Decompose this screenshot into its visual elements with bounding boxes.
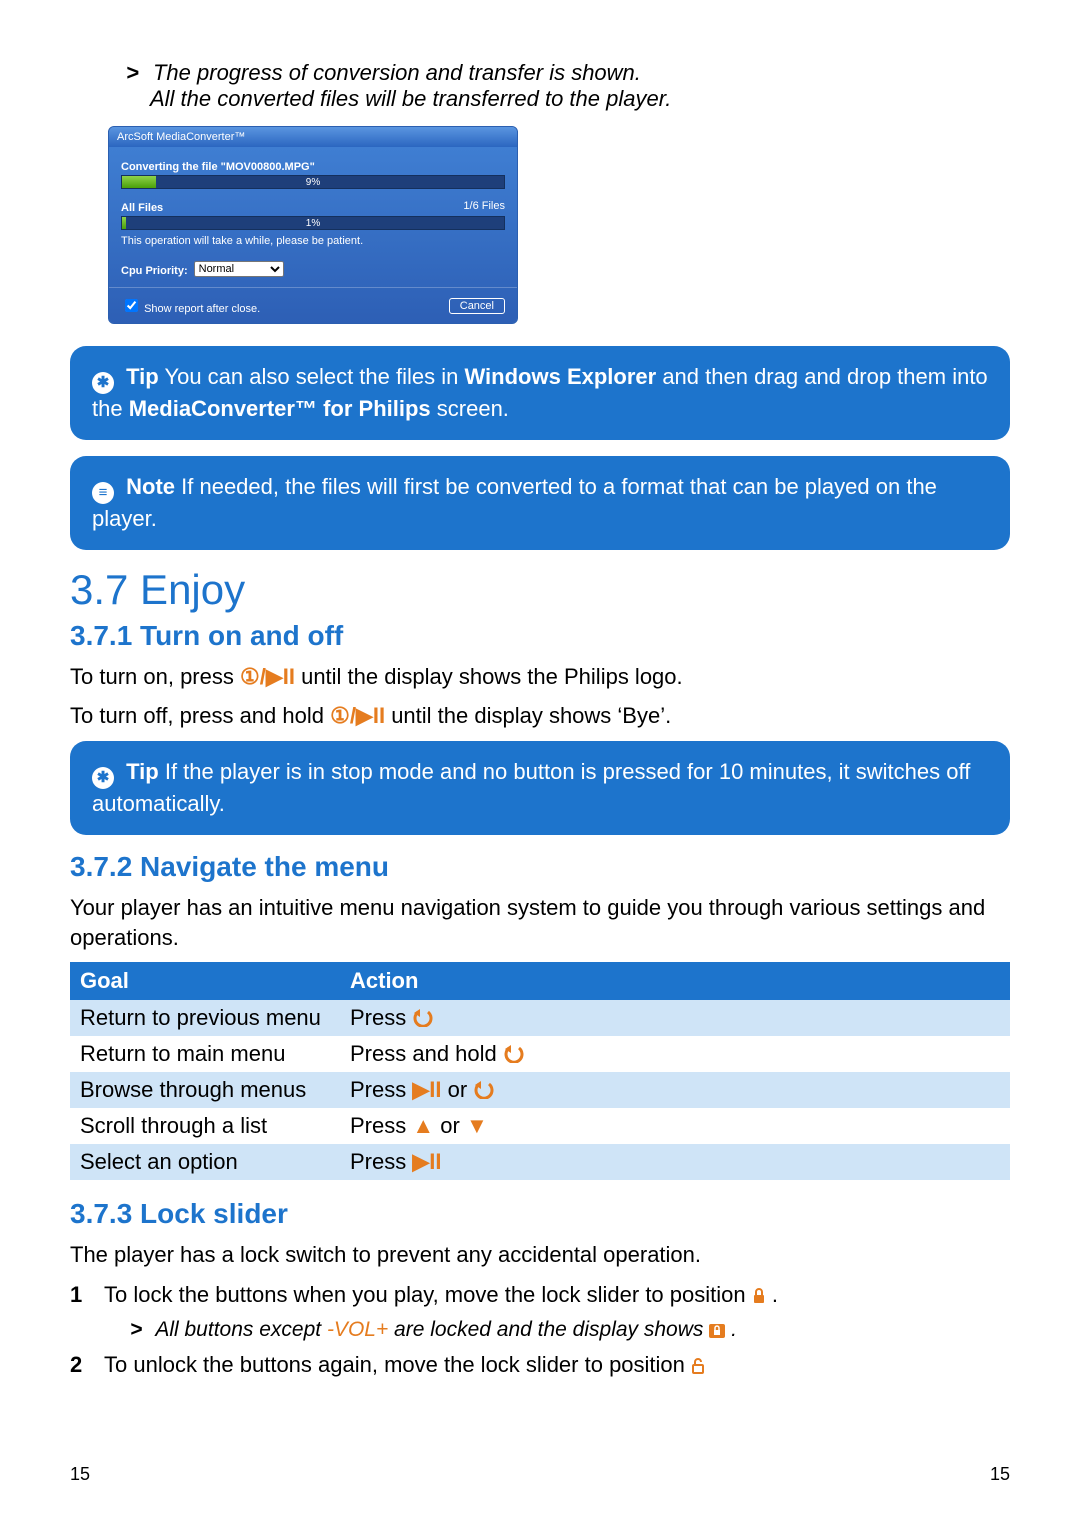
- heading-enjoy: 3.7 Enjoy: [70, 566, 1010, 614]
- table-row: Scroll through a list Press ▲ or ▼: [70, 1108, 1010, 1144]
- page-footer: 15 15: [70, 1464, 1010, 1485]
- goal-cell: Select an option: [70, 1144, 340, 1180]
- lock-subnote: > All buttons except -VOL+ are locked an…: [130, 1318, 1010, 1342]
- action-cell: Press and hold: [340, 1036, 1010, 1072]
- page-left: 15: [70, 1464, 90, 1485]
- playpause-icon: ▶II: [412, 1149, 441, 1174]
- show-report-input[interactable]: [125, 299, 138, 312]
- all-files-count: 1/6 Files: [463, 200, 505, 212]
- action-cell: Press: [340, 1000, 1010, 1036]
- navigation-table: Goal Action Return to previous menu Pres…: [70, 962, 1010, 1180]
- intro-line2: All the converted files will be transfer…: [150, 86, 671, 111]
- tip-callout-auto-off: ✱ Tip If the player is in stop mode and …: [70, 741, 1010, 835]
- col-action: Action: [340, 962, 1010, 1000]
- cpu-priority-label: Cpu Priority:: [121, 265, 188, 277]
- note-icon: ≡: [92, 482, 114, 504]
- tip-label: Tip: [126, 759, 159, 784]
- mediaconverter-dialog: ArcSoft MediaConverter™ Converting the f…: [108, 126, 518, 324]
- playpause-icon: ▶II: [412, 1077, 441, 1102]
- note1-text: If needed, the files will first be conve…: [92, 474, 937, 531]
- patient-text: This operation will take a while, please…: [121, 235, 505, 247]
- power-play-icon: ①/▶II: [330, 703, 385, 728]
- turn-on-line: To turn on, press ①/▶II until the displa…: [70, 662, 1010, 692]
- back-icon: [473, 1077, 495, 1102]
- all-files-percent: 1%: [121, 218, 505, 229]
- tip1-c: screen.: [431, 396, 509, 421]
- goal-cell: Return to previous menu: [70, 1000, 340, 1036]
- goal-cell: Browse through menus: [70, 1072, 340, 1108]
- cancel-button[interactable]: Cancel: [449, 298, 505, 314]
- converting-percent: 9%: [121, 177, 505, 188]
- list-item: 1 To lock the buttons when you play, mov…: [70, 1280, 1010, 1310]
- table-row: Select an option Press ▶II: [70, 1144, 1010, 1180]
- down-icon: ▼: [466, 1113, 488, 1138]
- action-cell: Press ▲ or ▼: [340, 1108, 1010, 1144]
- tip-label: Tip: [126, 364, 159, 389]
- action-cell: Press ▶II or: [340, 1072, 1010, 1108]
- tip-icon: ✱: [92, 767, 114, 789]
- table-row: Return to previous menu Press: [70, 1000, 1010, 1036]
- up-icon: ▲: [412, 1113, 434, 1138]
- heading-turn-on-off: 3.7.1 Turn on and off: [70, 620, 1010, 652]
- tip2-text: If the player is in stop mode and no but…: [92, 759, 970, 816]
- lock-steps: 1 To lock the buttons when you play, mov…: [70, 1280, 1010, 1379]
- tip1-bold2: MediaConverter™ for Philips: [129, 396, 431, 421]
- vol-text: -VOL+: [327, 1318, 388, 1341]
- turn-off-line: To turn off, press and hold ①/▶II until …: [70, 701, 1010, 731]
- all-files-label: All Files: [121, 202, 163, 214]
- back-icon: [412, 1005, 434, 1030]
- lock-closed-icon: [752, 1282, 772, 1307]
- converting-label: Converting the file "MOV00800.MPG": [121, 161, 505, 173]
- page-right: 15: [990, 1464, 1010, 1485]
- dialog-title: ArcSoft MediaConverter™: [109, 127, 517, 147]
- intro-line1: The progress of conversion and transfer …: [153, 60, 641, 85]
- goal-cell: Return to main menu: [70, 1036, 340, 1072]
- lock-intro: The player has a lock switch to prevent …: [70, 1240, 1010, 1270]
- cpu-priority-select[interactable]: Normal: [194, 261, 284, 277]
- navigate-intro: Your player has an intuitive menu naviga…: [70, 893, 1010, 952]
- tip-icon: ✱: [92, 372, 114, 394]
- gt-marker: >: [126, 60, 139, 85]
- heading-navigate: 3.7.2 Navigate the menu: [70, 851, 1010, 883]
- note-label: Note: [126, 474, 175, 499]
- show-report-label: Show report after close.: [144, 303, 260, 315]
- lock-display-icon: [709, 1318, 731, 1341]
- goal-cell: Scroll through a list: [70, 1108, 340, 1144]
- power-play-icon: ①/▶II: [240, 664, 295, 689]
- heading-lock: 3.7.3 Lock slider: [70, 1198, 1010, 1230]
- note-callout-convert: ≡ Note If needed, the files will first b…: [70, 456, 1010, 550]
- table-row: Browse through menus Press ▶II or: [70, 1072, 1010, 1108]
- table-row: Return to main menu Press and hold: [70, 1036, 1010, 1072]
- list-item: 2 To unlock the buttons again, move the …: [70, 1350, 1010, 1380]
- action-cell: Press ▶II: [340, 1144, 1010, 1180]
- col-goal: Goal: [70, 962, 340, 1000]
- tip1-bold1: Windows Explorer: [464, 364, 656, 389]
- tip1-a: You can also select the files in: [164, 364, 464, 389]
- lock-open-icon: [691, 1352, 707, 1377]
- tip-callout-drag: ✱ Tip You can also select the files in W…: [70, 346, 1010, 440]
- show-report-checkbox[interactable]: Show report after close.: [121, 296, 260, 315]
- intro-note: > The progress of conversion and transfe…: [126, 60, 1010, 112]
- back-icon: [503, 1041, 525, 1066]
